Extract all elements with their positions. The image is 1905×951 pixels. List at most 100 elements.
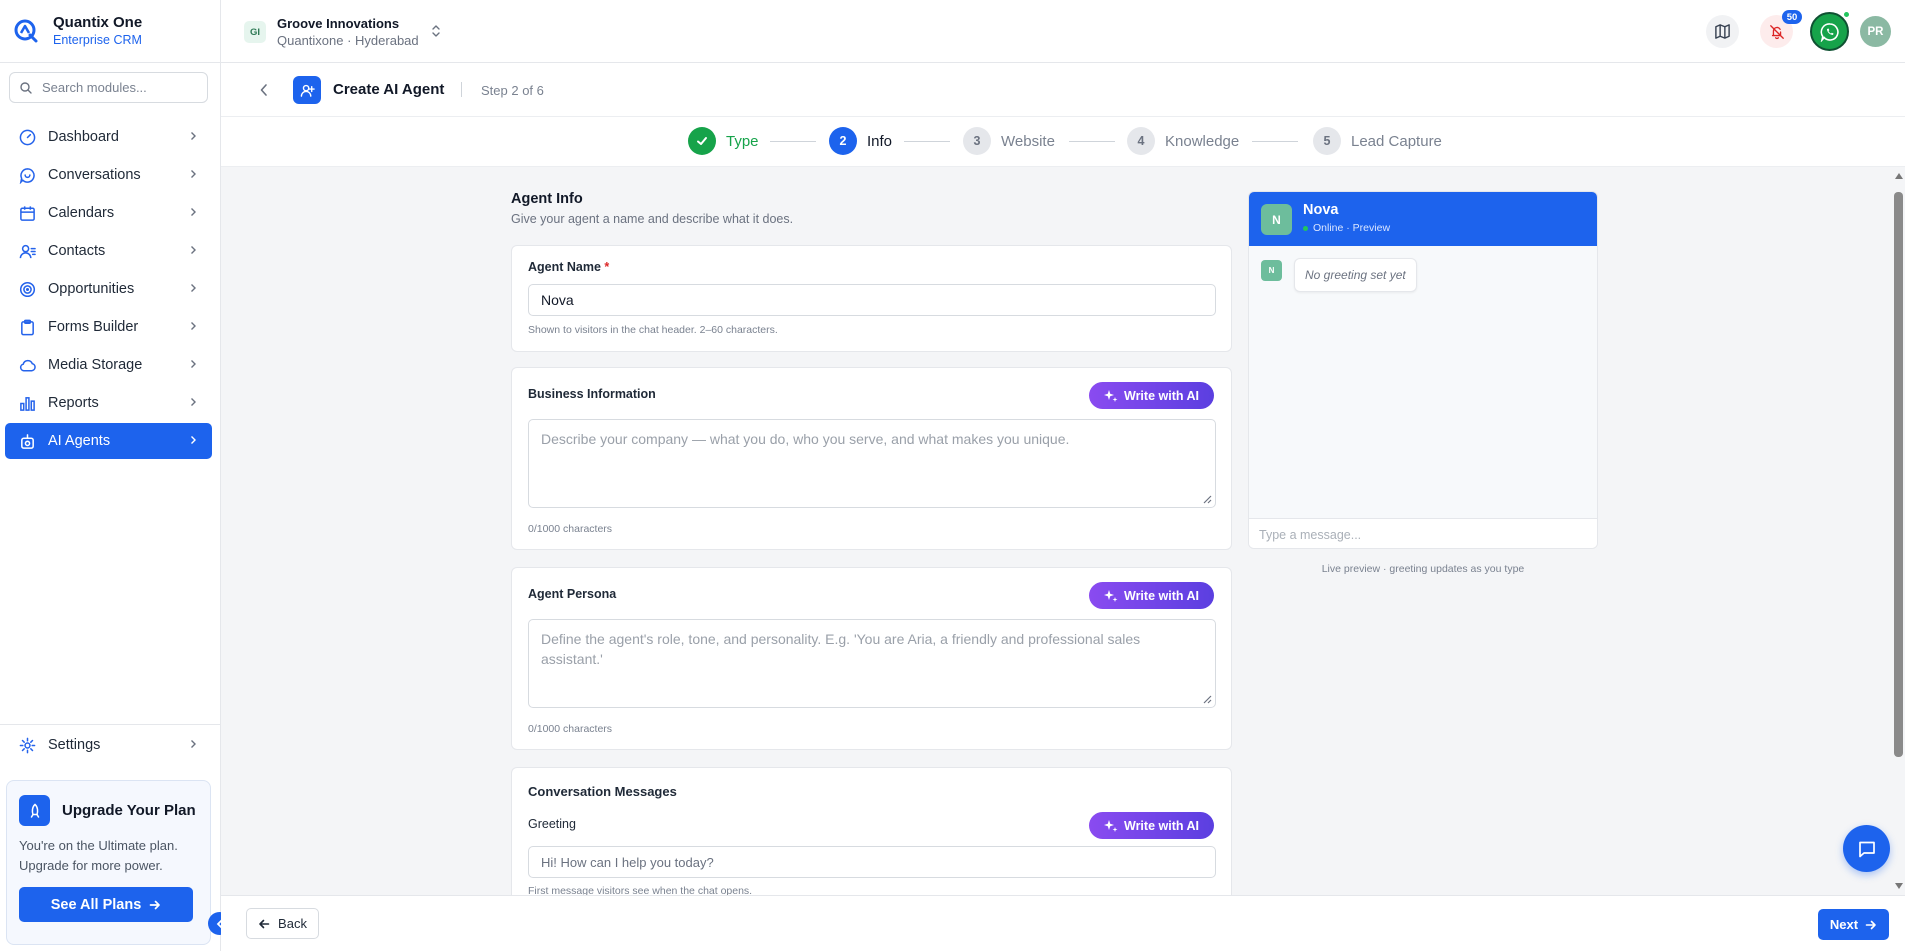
preview-caption: Live preview · greeting updates as you t… — [1321, 563, 1525, 575]
back-button[interactable]: Back — [246, 908, 319, 939]
chat-preview-header: N Nova Online · Preview — [1249, 192, 1597, 246]
wizard-footer: Back Next — [221, 895, 1905, 951]
main-nav: Dashboard Conversations Calendars Contac… — [5, 119, 212, 461]
resize-handle-icon[interactable] — [1203, 495, 1212, 504]
agent-name-input[interactable]: Nova — [528, 284, 1216, 316]
bar-chart-icon — [20, 396, 35, 411]
write-with-ai-button[interactable]: Write with AI — [1089, 582, 1214, 609]
step-label: Knowledge — [1165, 132, 1240, 150]
scroll-down-arrow-icon[interactable] — [1895, 883, 1903, 889]
preview-message-input: Type a message... — [1249, 518, 1597, 548]
calendar-icon — [20, 205, 35, 221]
resize-handle-icon[interactable] — [1203, 695, 1212, 704]
sparkles-icon — [1104, 589, 1118, 602]
sidebar-item-label: Contacts — [48, 243, 106, 259]
next-button-label: Next — [1829, 917, 1859, 932]
sidebar-item-opportunities[interactable]: Opportunities — [5, 271, 212, 307]
write-with-ai-button[interactable]: Write with AI — [1089, 382, 1214, 409]
chevron-right-icon — [191, 170, 196, 178]
step-label: Website — [1001, 132, 1055, 150]
sidebar-item-reports[interactable]: Reports — [5, 385, 212, 421]
brand-text: Quantix One Enterprise CRM — [53, 14, 142, 48]
sidebar-item-label: Reports — [48, 395, 99, 411]
sidebar-item-ai-agents[interactable]: AI Agents — [5, 423, 212, 459]
agent-status-text: Online · Preview — [1313, 222, 1391, 234]
arrow-right-icon — [149, 900, 161, 909]
step-number: 4 — [1127, 127, 1155, 155]
agent-name-preview: Nova — [1303, 202, 1339, 218]
scroll-up-arrow-icon[interactable] — [1895, 173, 1903, 179]
bell-off-icon — [1769, 24, 1784, 39]
upgrade-text: You're on the Ultimate plan. Upgrade for… — [19, 838, 178, 873]
scrollbar-thumb[interactable] — [1894, 192, 1903, 757]
sidebar-item-label: Conversations — [48, 167, 141, 183]
section-title: Agent Info — [511, 191, 583, 207]
section-subtitle: Give your agent a name and describe what… — [511, 212, 794, 226]
agent-persona-placeholder: Define the agent's role, tone, and perso… — [541, 631, 1141, 667]
write-with-ai-label: Write with AI — [1124, 388, 1199, 403]
sidebar-item-media-storage[interactable]: Media Storage — [5, 347, 212, 383]
step-info[interactable]: 2 Info — [829, 127, 892, 155]
step-lead-capture[interactable]: 5 Lead Capture — [1313, 127, 1442, 155]
step-indicator: Step 2 of 6 — [481, 83, 544, 98]
write-with-ai-button[interactable]: Write with AI — [1089, 812, 1214, 839]
chevron-right-icon — [191, 284, 196, 292]
greeting-input[interactable]: Hi! How can I help you today? — [528, 846, 1216, 878]
sidebar-item-forms-builder[interactable]: Forms Builder — [5, 309, 212, 345]
back-button-label: Back — [278, 916, 307, 931]
agent-persona-counter: 0/1000 characters — [528, 723, 613, 735]
business-info-textarea[interactable]: Describe your company — what you do, who… — [528, 419, 1216, 508]
robot-icon — [21, 433, 34, 449]
rocket-icon — [19, 795, 50, 826]
step-label: Type — [726, 132, 759, 150]
step-type[interactable]: Type — [688, 127, 759, 155]
back-chevron-icon[interactable] — [259, 83, 269, 97]
sidebar-item-label: Calendars — [48, 205, 115, 221]
user-avatar[interactable]: PR — [1860, 16, 1891, 47]
workspace-name[interactable]: Groove Innovations — [277, 16, 399, 31]
step-knowledge[interactable]: 4 Knowledge — [1127, 127, 1239, 155]
message-square-icon — [1858, 841, 1875, 857]
business-info-card: Business Information Write with AI Descr… — [511, 367, 1232, 550]
arrow-right-icon — [1865, 920, 1876, 929]
sidebar-item-conversations[interactable]: Conversations — [5, 157, 212, 193]
sidebar-item-settings[interactable]: Settings — [5, 727, 212, 763]
content-scrollbar[interactable] — [1892, 167, 1905, 895]
sidebar-item-dashboard[interactable]: Dashboard — [5, 119, 212, 155]
chevron-up-down-icon[interactable] — [431, 24, 441, 38]
chevron-right-icon — [191, 208, 196, 216]
step-website[interactable]: 3 Website — [963, 127, 1055, 155]
sidebar-item-contacts[interactable]: Contacts — [5, 233, 212, 269]
top-bar: GI Groove Innovations Quantixone · Hyder… — [221, 0, 1905, 63]
see-all-plans-label: See All Plans — [50, 896, 142, 913]
sparkles-icon — [1104, 389, 1118, 402]
clipboard-icon — [21, 319, 34, 335]
agent-persona-label: Agent Persona — [528, 587, 617, 601]
step-label: Lead Capture — [1351, 132, 1442, 150]
workspace-location: Quantixone · Hyderabad — [277, 33, 419, 48]
step-connector — [904, 141, 950, 142]
chevron-right-icon — [191, 322, 196, 330]
conversation-messages-card: Conversation Messages Greeting Write wit… — [511, 767, 1232, 895]
agent-name-label: Agent Name * — [528, 260, 609, 274]
whatsapp-button[interactable] — [1810, 12, 1849, 51]
map-button[interactable] — [1706, 15, 1739, 48]
message-avatar: N — [1261, 260, 1282, 281]
module-search[interactable] — [9, 72, 208, 103]
add-agent-icon — [293, 76, 321, 104]
chevron-right-icon — [191, 398, 196, 406]
brand[interactable]: Quantix One Enterprise CRM — [0, 0, 220, 63]
module-search-input[interactable] — [42, 80, 192, 95]
agent-persona-card: Agent Persona Write with AI Define the a… — [511, 567, 1232, 750]
sparkles-icon — [1104, 819, 1118, 832]
upgrade-card: Upgrade Your Plan You're on the Ultimate… — [6, 780, 211, 945]
agent-name-hint: Shown to visitors in the chat header. 2–… — [528, 324, 778, 336]
sidebar-divider — [0, 724, 220, 725]
support-chat-button[interactable] — [1843, 825, 1890, 872]
sidebar-item-calendars[interactable]: Calendars — [5, 195, 212, 231]
next-button[interactable]: Next — [1818, 909, 1889, 940]
gear-icon — [19, 737, 36, 753]
agent-persona-textarea[interactable]: Define the agent's role, tone, and perso… — [528, 619, 1216, 708]
notification-count-badge: 50 — [1782, 10, 1802, 24]
see-all-plans-button[interactable]: See All Plans — [19, 887, 193, 922]
